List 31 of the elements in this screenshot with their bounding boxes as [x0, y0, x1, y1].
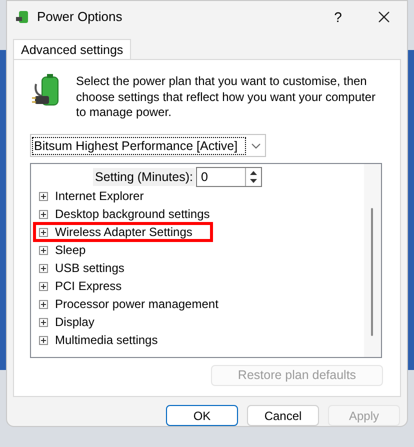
expand-icon[interactable] [39, 282, 48, 290]
tree-item[interactable]: PCI Express [55, 279, 122, 293]
description-text: Select the power plan that you want to customise, then choose settings that reflect how you want your computer to manage power. [76, 74, 376, 120]
close-icon [378, 11, 390, 23]
tab[interactable]: Advanced settings [13, 39, 132, 60]
plan-dropdown[interactable]: Bitsum Highest Performance [Active] [30, 134, 266, 157]
tree-item[interactable]: USB settings [55, 261, 124, 275]
tree-item[interactable]: Processor power management [55, 297, 218, 311]
minutes-spinbox[interactable]: 0 [196, 167, 262, 187]
window-title: Power Options [37, 8, 122, 26]
tree-item[interactable]: Multimedia settings [55, 333, 158, 347]
expand-icon[interactable] [39, 264, 48, 272]
chevron-down-icon [251, 142, 261, 148]
power-plug-icon [15, 9, 31, 25]
tree-item[interactable]: Display [55, 315, 94, 329]
expand-icon[interactable] [39, 228, 48, 236]
help-button[interactable]: ? [315, 1, 361, 33]
dialog-button[interactable]: Cancel [247, 405, 319, 426]
expand-icon[interactable] [39, 318, 48, 326]
expand-icon[interactable] [39, 246, 48, 254]
dialog-button[interactable]: OK [166, 405, 238, 426]
tree-item[interactable]: Sleep [55, 243, 86, 257]
expand-icon[interactable] [39, 192, 48, 200]
expand-icon[interactable] [39, 210, 48, 218]
tree-item[interactable]: Internet Explorer [55, 189, 144, 203]
tree-item[interactable]: Wireless Adapter Settings [55, 225, 192, 239]
scrollbar-thumb[interactable] [371, 208, 373, 336]
expand-icon[interactable] [39, 336, 48, 344]
tree-item[interactable]: Desktop background settings [55, 207, 210, 221]
expand-icon[interactable] [39, 300, 48, 308]
setting-label: Setting (Minutes): [93, 168, 195, 186]
